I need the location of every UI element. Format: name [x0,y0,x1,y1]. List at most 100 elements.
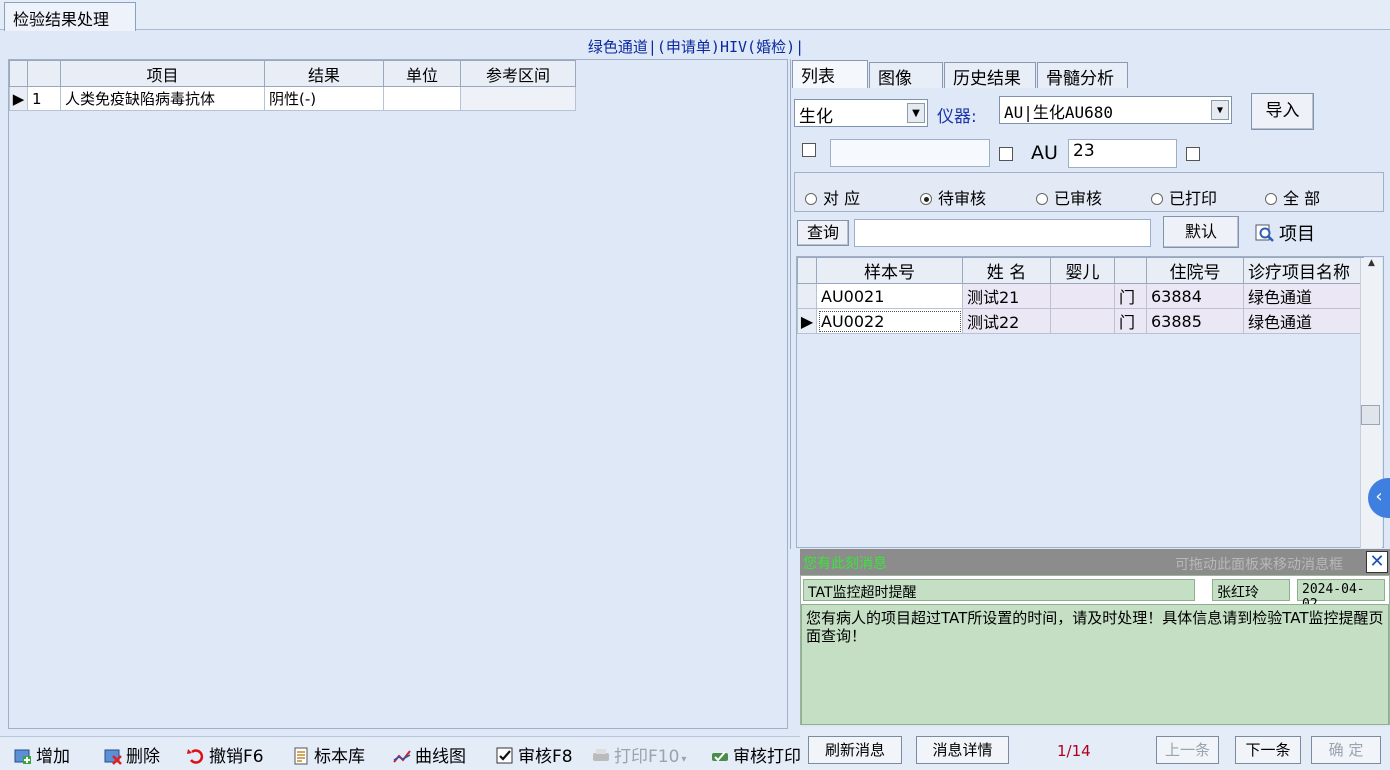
row-result[interactable]: 阴性(-) [264,86,384,111]
row-sample[interactable]: AU0021 [816,283,963,309]
undo-icon [187,749,204,764]
row-pointer-icon: ▶ [9,86,28,111]
checkbox-checked-icon [496,747,513,764]
row-name[interactable]: 测试22 [962,308,1051,334]
undo-button[interactable]: 撤销F6 [187,742,264,767]
row-baby[interactable] [1050,283,1115,309]
delete-icon [104,749,122,765]
col-item-header[interactable]: 项目 [60,60,265,87]
tab-list[interactable]: 列表 [792,60,868,88]
radio-dot-icon [1265,193,1277,205]
confirm-button[interactable]: 确 定 [1311,736,1381,764]
col-baby-header[interactable]: 婴儿 [1050,257,1115,284]
filter-text-input[interactable] [830,139,990,167]
filter-checkbox-1[interactable] [802,143,816,157]
table-row[interactable]: ▶ AU0022 测试22 门 63885 绿色通道 [797,308,1364,334]
chevron-down-icon[interactable]: ▼ [907,103,925,123]
col-sample-header[interactable]: 样本号 [816,257,963,284]
instrument-label: 仪器: [937,107,977,127]
category-value: 生化 [799,107,833,127]
row-range[interactable] [460,86,576,111]
specimen-library-button[interactable]: 标本库 [292,742,365,767]
radio-printed[interactable]: 已打印 [1151,185,1217,209]
radio-label: 对 应 [823,189,861,208]
row-project[interactable]: 绿色通道 [1243,283,1364,309]
col-result-header[interactable]: 结果 [264,60,384,87]
printer-icon [593,749,609,761]
col-name-header[interactable]: 姓 名 [962,257,1051,284]
message-date: 2024-04-02 [1297,579,1385,612]
item-search-button[interactable]: 项目 [1255,220,1315,246]
print-label: 打印F10 [614,747,680,767]
col-range-header[interactable]: 参考区间 [460,60,576,87]
delete-label: 删除 [126,747,160,767]
row-inpatient[interactable]: 63884 [1146,283,1244,309]
radio-match[interactable]: 对 应 [805,185,860,209]
table-row[interactable]: ▶ 1 人类免疫缺陷病毒抗体 阴性(-) [9,86,576,111]
prev-message-button[interactable]: 上一条 [1156,736,1219,764]
row-pointer-icon: ▶ [797,308,817,334]
chevron-down-icon[interactable]: ▼ [1211,100,1229,120]
row-inpatient[interactable]: 63885 [1146,308,1244,334]
tab-marrow[interactable]: 骨髓分析 [1037,62,1128,89]
instrument-select[interactable]: AU|生化AU680 ▼ [999,96,1232,124]
prefix-label: AU [1031,142,1058,164]
radio-dot-icon [805,193,817,205]
instrument-value: AU|生化AU680 [1004,103,1114,122]
row-project[interactable]: 绿色通道 [1243,308,1364,334]
audit-print-button[interactable]: 审核打印 [711,742,800,767]
next-message-button[interactable]: 下一条 [1235,736,1301,764]
radio-dot-icon [1036,193,1048,205]
tab-result-processing[interactable]: 检验结果处理 [4,2,136,31]
delete-button[interactable]: 删除 [104,742,160,767]
col-unit-header[interactable]: 单位 [383,60,461,87]
default-button[interactable]: 默认 [1163,216,1239,248]
filter-checkbox-3[interactable] [1186,147,1200,161]
row-type[interactable]: 门 [1114,283,1147,309]
sample-number-input[interactable]: 23 [1068,139,1177,168]
corner-cell [9,60,28,87]
undo-label: 撤销F6 [209,747,264,767]
scrollbar-thumb[interactable] [1361,405,1380,425]
specimen-library-label: 标本库 [314,747,365,767]
row-item[interactable]: 人类免疫缺陷病毒抗体 [60,86,265,111]
audit-button[interactable]: 审核F8 [496,742,573,767]
radio-pending[interactable]: 待审核 [920,185,986,209]
row-unit[interactable] [383,86,461,111]
radio-label: 已审核 [1054,189,1103,208]
add-icon [14,749,31,764]
scroll-up-icon[interactable]: ▲ [1361,258,1382,268]
col-project-header[interactable]: 诊疗项目名称 [1243,257,1364,284]
tab-image[interactable]: 图像 [869,62,943,89]
query-button[interactable]: 查询 [797,220,849,246]
row-name[interactable]: 测试21 [962,283,1051,309]
row-type[interactable]: 门 [1114,308,1147,334]
import-button[interactable]: 导入 [1251,93,1314,130]
message-sender: 张红玲 [1212,579,1290,601]
radio-audited[interactable]: 已审核 [1036,185,1102,209]
row-index: 1 [27,86,61,111]
curve-chart-button[interactable]: 曲线图 [393,742,466,767]
refresh-message-button[interactable]: 刷新消息 [808,736,902,764]
corner-cell [797,257,817,284]
radio-all[interactable]: 全 部 [1265,185,1320,209]
query-input[interactable] [854,219,1151,247]
patient-banner: 绿色通道|(申请单)HIV(婚检)| [6,33,1386,57]
chevron-down-icon[interactable]: ▾ [681,754,686,765]
filter-checkbox-2[interactable] [999,147,1013,161]
row-baby[interactable] [1050,308,1115,334]
category-select[interactable]: 生化 ▼ [794,99,928,127]
message-details-button[interactable]: 消息详情 [916,736,1009,764]
row-sample[interactable]: AU0022 [816,308,963,334]
add-button[interactable]: 增加 [14,742,70,767]
close-icon[interactable]: ✕ [1366,551,1388,573]
col-type-header[interactable] [1114,257,1147,284]
magnifier-icon [1255,224,1274,242]
tab-strip [0,0,1390,30]
table-row[interactable]: AU0021 测试21 门 63884 绿色通道 [797,283,1364,309]
message-title: TAT监控超时提醒 [803,579,1195,601]
print-button[interactable]: 打印F10 ▾ [592,742,686,767]
tab-history[interactable]: 历史结果 [944,62,1036,89]
col-inpatient-header[interactable]: 住院号 [1146,257,1244,284]
curve-chart-label: 曲线图 [415,747,466,767]
